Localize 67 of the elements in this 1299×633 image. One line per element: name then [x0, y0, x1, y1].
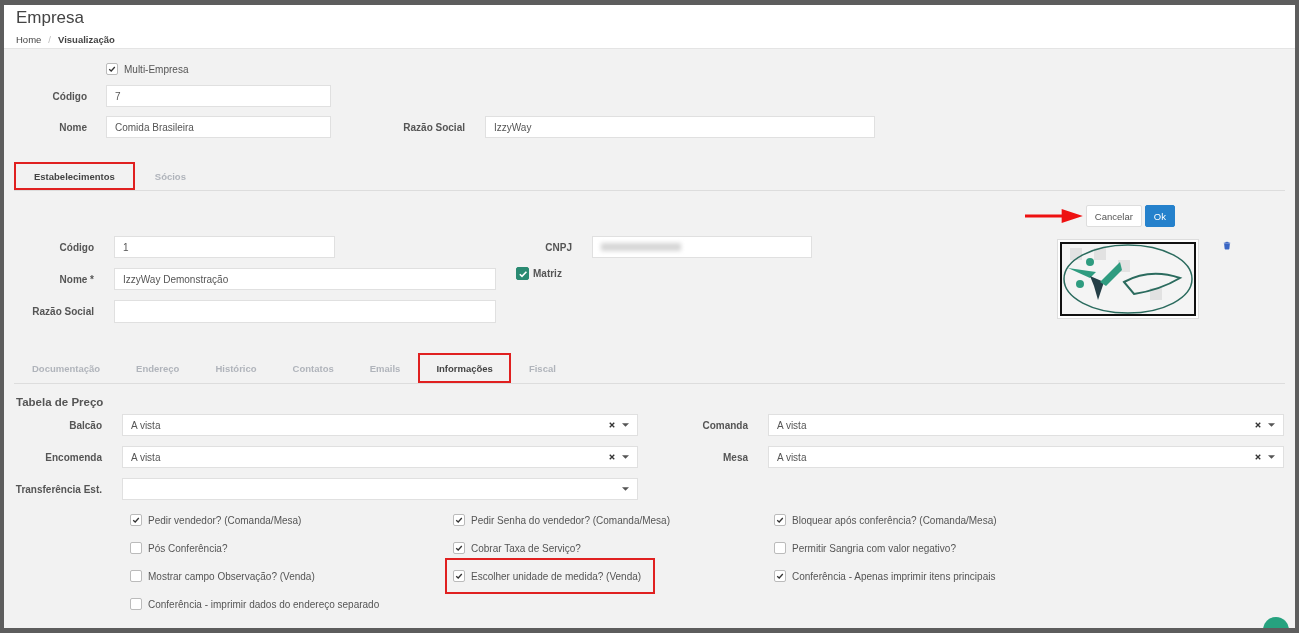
caret-icon: [1268, 455, 1275, 459]
checkbox-label: Pós Conferência?: [148, 542, 228, 554]
breadcrumb-item[interactable]: Home: [16, 34, 42, 45]
checkbox[interactable]: [130, 542, 142, 554]
checkbox-label: Mostrar campo Observação? (Venda): [148, 570, 315, 582]
select-field[interactable]: [122, 478, 638, 500]
tab[interactable]: Informações: [418, 353, 511, 383]
caret-icon: [622, 487, 629, 491]
field-label: Razão Social: [31, 306, 94, 317]
select-field[interactable]: A vista: [768, 446, 1284, 468]
input-field[interactable]: 1: [114, 236, 335, 258]
delete-icon[interactable]: [1223, 241, 1231, 250]
input-field[interactable]: 7: [106, 85, 331, 107]
select-field[interactable]: A vista: [768, 414, 1284, 436]
ok-button[interactable]: Ok: [1144, 205, 1175, 227]
clear-icon[interactable]: [609, 454, 615, 460]
input-field[interactable]: [114, 300, 496, 323]
cancel-button[interactable]: Cancelar: [1085, 205, 1142, 227]
clear-icon[interactable]: [1255, 454, 1261, 460]
section-title: Tabela de Preço: [16, 396, 105, 408]
input-field[interactable]: IzzyWay: [485, 116, 875, 138]
checkbox[interactable]: [453, 514, 465, 526]
clear-icon[interactable]: [1255, 422, 1261, 428]
field-label: Razão Social: [402, 121, 465, 133]
checkbox-label: Matriz: [533, 268, 562, 279]
checkbox[interactable]: [130, 598, 142, 610]
caret-icon: [622, 423, 629, 427]
field-label: Mesa: [722, 451, 748, 463]
checkbox[interactable]: [516, 267, 529, 280]
checkbox-label: Conferência - imprimir dados do endereço separado: [148, 598, 380, 610]
checkbox[interactable]: [130, 514, 142, 526]
checkbox-label: Permitir Sangria com valor negativo?: [792, 542, 956, 554]
page-title: Empresa: [16, 7, 86, 29]
checkbox-label: Pedir vendedor? (Comanda/Mesa): [148, 514, 302, 526]
checkbox[interactable]: [774, 514, 786, 526]
field-label: CNPJ: [544, 241, 572, 253]
tab[interactable]: Estabelecimentos: [14, 162, 135, 190]
input-field[interactable]: IzzyWay Demonstração: [114, 268, 496, 290]
field-label: Código: [51, 90, 87, 102]
field-label: Nome *: [58, 273, 94, 285]
checkbox[interactable]: [453, 570, 465, 582]
field-label: Balcão: [68, 419, 102, 431]
checkbox[interactable]: [106, 63, 118, 75]
checkbox[interactable]: [453, 542, 465, 554]
input-field[interactable]: [592, 236, 812, 258]
checkbox-label: Conferência - Apenas imprimir itens principais: [792, 570, 996, 582]
checkbox-label: Bloquear após conferência? (Comanda/Mesa): [792, 514, 997, 526]
checkbox[interactable]: [774, 542, 786, 554]
field-label: Transferência Est.: [14, 483, 102, 495]
select-field[interactable]: A vista: [122, 414, 638, 436]
breadcrumb-item: Visualização: [58, 34, 115, 45]
checkbox-label: Pedir Senha do vendedor? (Comanda/Mesa): [471, 514, 670, 526]
field-label: Comanda: [701, 419, 748, 431]
checkbox[interactable]: [774, 570, 786, 582]
field-label: Código: [58, 241, 94, 253]
checkbox-label: Cobrar Taxa de Serviço?: [471, 542, 581, 554]
field-label: Nome: [58, 121, 87, 133]
caret-icon: [622, 455, 629, 459]
field-label: Encomenda: [44, 451, 102, 463]
checkbox-label: Multi-Empresa: [124, 63, 189, 75]
checkbox-label: Escolher unidade de medida? (Venda): [471, 570, 642, 582]
input-field[interactable]: Comida Brasileira: [106, 116, 331, 138]
caret-icon: [1268, 423, 1275, 427]
breadcrumb-separator: /: [48, 34, 51, 45]
clear-icon[interactable]: [609, 422, 615, 428]
checkbox[interactable]: [130, 570, 142, 582]
select-field[interactable]: A vista: [122, 446, 638, 468]
